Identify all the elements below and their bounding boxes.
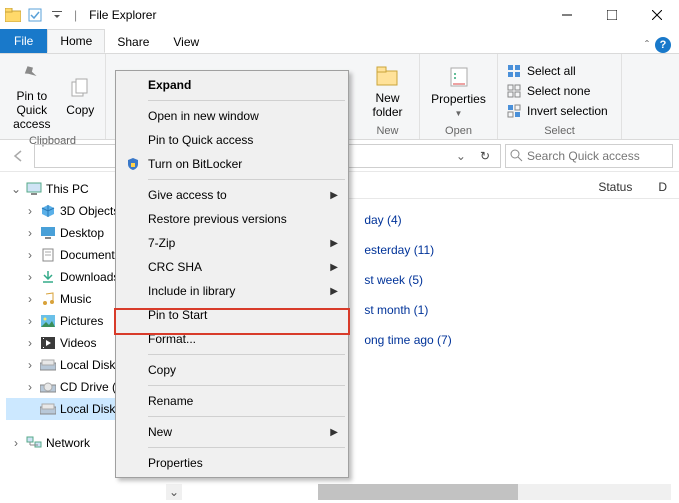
- chevron-right-icon[interactable]: ›: [24, 314, 36, 328]
- dropdown-icon: ▼: [455, 109, 463, 118]
- menu-open-new-window[interactable]: Open in new window: [118, 104, 346, 128]
- horizontal-scrollbar[interactable]: [318, 484, 671, 500]
- properties-icon: [445, 63, 473, 91]
- submenu-arrow-icon: ▶: [330, 238, 338, 249]
- ribbon-collapse-icon[interactable]: ˆ: [645, 38, 649, 52]
- chevron-right-icon[interactable]: ›: [24, 226, 36, 240]
- cd-drive-icon: [39, 378, 57, 396]
- chevron-right-icon[interactable]: ›: [24, 336, 36, 350]
- pictures-icon: [39, 312, 57, 330]
- copy-icon: [66, 74, 94, 102]
- tab-share[interactable]: Share: [105, 31, 161, 53]
- select-none-button[interactable]: Select none: [504, 82, 610, 100]
- desktop-icon: [39, 224, 57, 242]
- select-none-icon: [506, 83, 522, 99]
- minimize-button[interactable]: [544, 0, 589, 30]
- chevron-right-icon[interactable]: ›: [24, 380, 36, 394]
- refresh-icon[interactable]: ↻: [474, 149, 496, 163]
- select-all-icon: [506, 63, 522, 79]
- search-box[interactable]: Search Quick access: [505, 144, 673, 168]
- new-folder-icon: [374, 62, 402, 90]
- menu-crc-sha[interactable]: CRC SHA▶: [118, 255, 346, 279]
- chevron-down-icon[interactable]: ⌄: [10, 182, 22, 196]
- network-icon: [25, 434, 43, 452]
- group-label-new: New: [362, 125, 413, 139]
- drive-icon: [39, 400, 57, 418]
- properties-button[interactable]: Properties ▼: [426, 59, 491, 122]
- submenu-arrow-icon: ▶: [330, 427, 338, 438]
- new-folder-button[interactable]: New folder: [362, 58, 413, 124]
- downloads-icon: [39, 268, 57, 286]
- menu-bitlocker[interactable]: Turn on BitLocker: [118, 152, 346, 176]
- menu-include-library[interactable]: Include in library▶: [118, 279, 346, 303]
- close-button[interactable]: [634, 0, 679, 30]
- videos-icon: [39, 334, 57, 352]
- menu-pin-start[interactable]: Pin to Start: [118, 303, 346, 327]
- pin-icon: [18, 60, 46, 88]
- maximize-button[interactable]: [589, 0, 634, 30]
- menu-give-access[interactable]: Give access to▶: [118, 183, 346, 207]
- menu-restore-versions[interactable]: Restore previous versions: [118, 207, 346, 231]
- address-dropdown-icon[interactable]: ⌄: [450, 149, 472, 163]
- select-all-button[interactable]: Select all: [504, 62, 610, 80]
- menu-rename[interactable]: Rename: [118, 389, 346, 413]
- drive-icon: [39, 356, 57, 374]
- search-icon: [510, 149, 523, 162]
- bitlocker-icon: [124, 155, 142, 173]
- tab-view[interactable]: View: [161, 31, 211, 53]
- title-bar: | File Explorer: [0, 0, 679, 30]
- chevron-right-icon[interactable]: ›: [24, 270, 36, 284]
- menu-expand[interactable]: Expand: [118, 73, 346, 97]
- ribbon-tabs: File Home Share View ˆ ?: [0, 30, 679, 54]
- submenu-arrow-icon: ▶: [330, 190, 338, 201]
- menu-copy[interactable]: Copy: [118, 358, 346, 382]
- invert-selection-icon: [506, 103, 522, 119]
- menu-7zip[interactable]: 7-Zip▶: [118, 231, 346, 255]
- tab-file[interactable]: File: [0, 29, 47, 53]
- documents-icon: [39, 246, 57, 264]
- pc-icon: [25, 180, 43, 198]
- chevron-right-icon[interactable]: ›: [24, 204, 36, 218]
- pin-to-quick-access-button[interactable]: Pin to Quick access: [6, 56, 58, 135]
- header-status[interactable]: Status: [598, 180, 658, 194]
- chevron-right-icon[interactable]: ›: [10, 436, 22, 450]
- window-title: File Explorer: [89, 8, 156, 22]
- group-label-select: Select: [504, 125, 615, 139]
- submenu-arrow-icon: ▶: [330, 262, 338, 273]
- chevron-right-icon[interactable]: ›: [24, 358, 36, 372]
- qat-checkbox-icon[interactable]: [26, 6, 44, 24]
- qat-dropdown-icon[interactable]: [48, 6, 66, 24]
- menu-properties[interactable]: Properties: [118, 451, 346, 475]
- music-icon: [39, 290, 57, 308]
- group-label-open: Open: [426, 125, 491, 139]
- menu-pin-quick-access[interactable]: Pin to Quick access: [118, 128, 346, 152]
- menu-new[interactable]: New▶: [118, 420, 346, 444]
- back-button[interactable]: [6, 144, 30, 168]
- invert-selection-button[interactable]: Invert selection: [504, 102, 610, 120]
- help-icon[interactable]: ?: [655, 37, 671, 53]
- nav-scroll-down[interactable]: ⌄: [166, 484, 182, 500]
- menu-format[interactable]: Format...: [118, 327, 346, 351]
- header-date[interactable]: D: [658, 180, 679, 194]
- submenu-arrow-icon: ▶: [330, 286, 338, 297]
- tab-home[interactable]: Home: [47, 29, 105, 53]
- context-menu: Expand Open in new window Pin to Quick a…: [115, 70, 349, 478]
- copy-button[interactable]: Copy: [62, 70, 99, 122]
- chevron-right-icon[interactable]: ›: [24, 292, 36, 306]
- chevron-right-icon[interactable]: ›: [24, 248, 36, 262]
- objects3d-icon: [39, 202, 57, 220]
- app-icon: [4, 6, 22, 24]
